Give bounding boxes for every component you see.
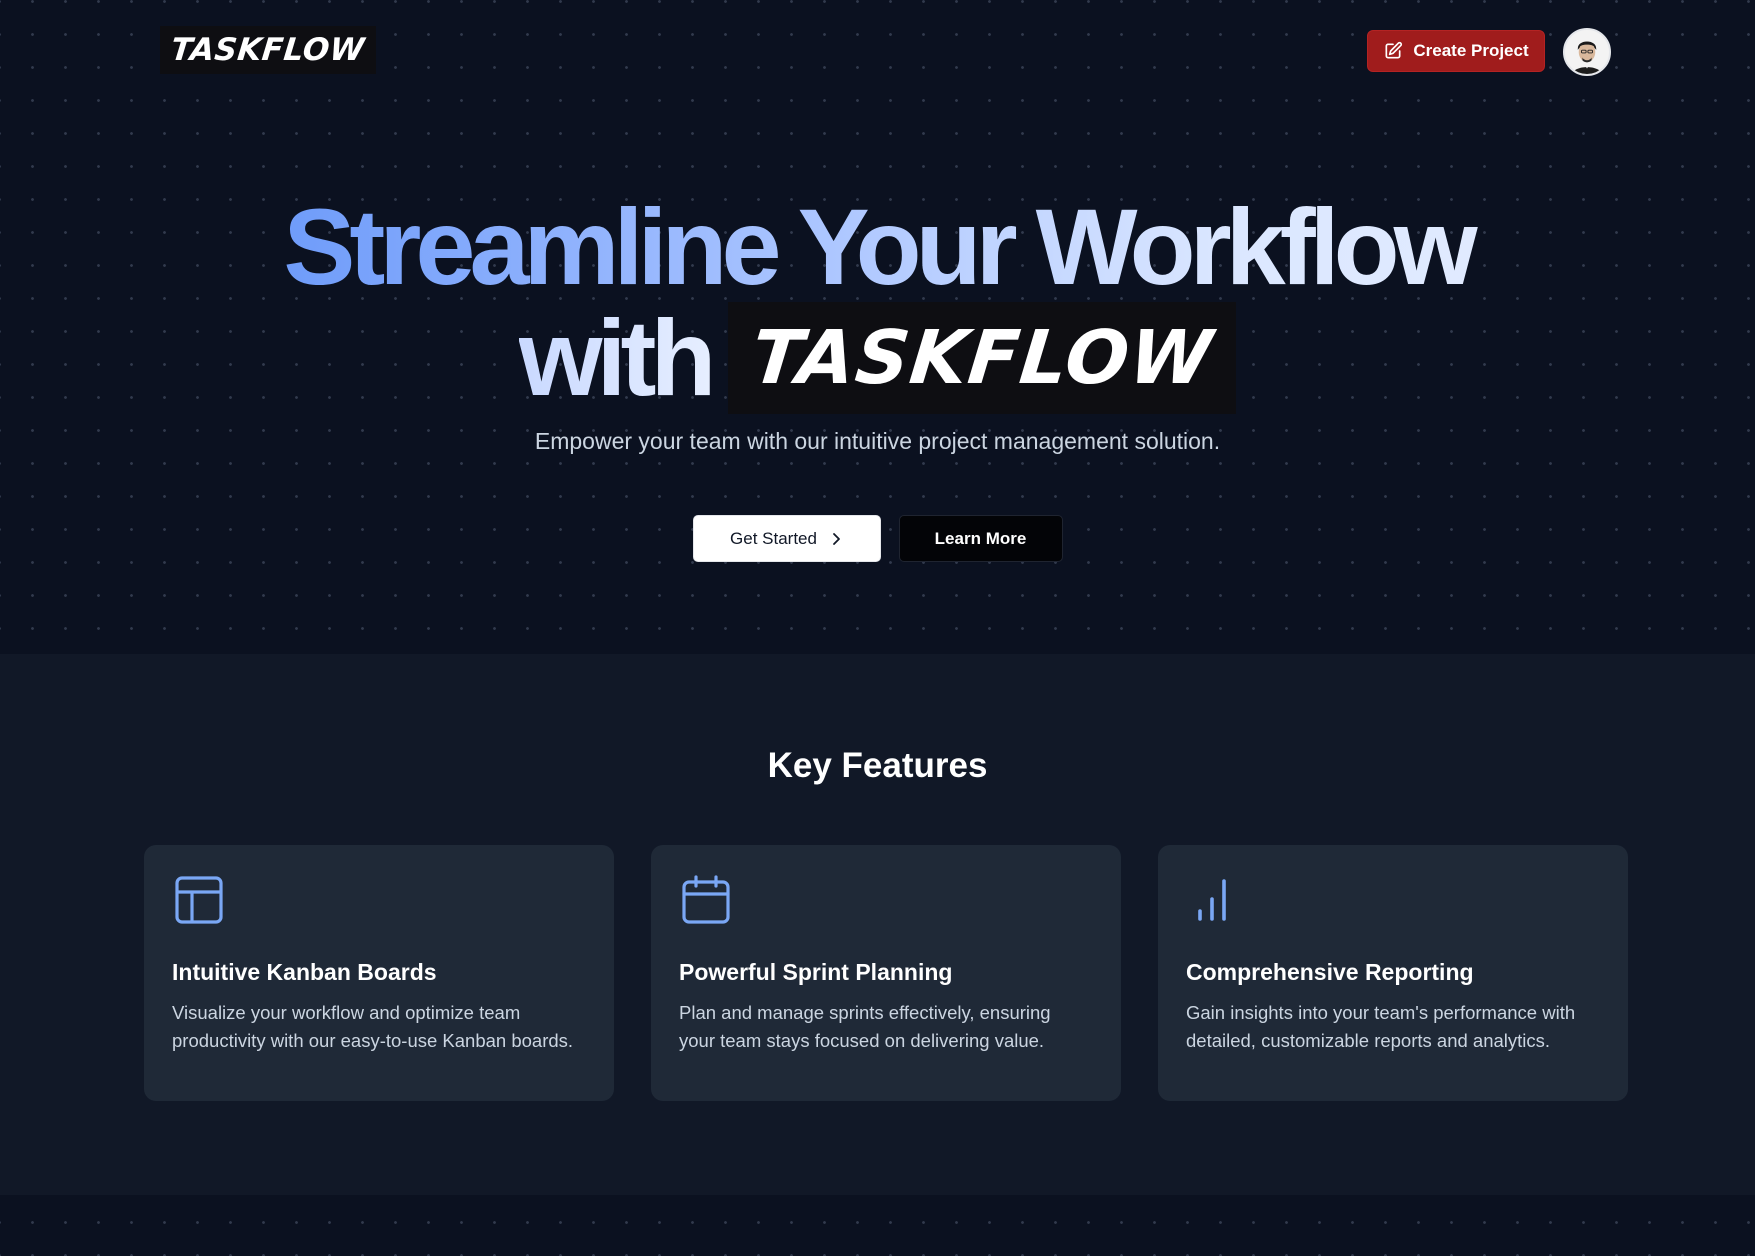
create-project-button[interactable]: Create Project xyxy=(1367,30,1545,72)
learn-more-label: Learn More xyxy=(934,528,1027,548)
brand-logo-text: TASKFLOW xyxy=(169,32,367,68)
features-title: Key Features xyxy=(767,746,988,785)
feature-card-title: Powerful Sprint Planning xyxy=(679,959,953,985)
feature-card-title: Intuitive Kanban Boards xyxy=(172,959,437,985)
feature-card-reporting: Comprehensive Reporting Gain insights in… xyxy=(1158,845,1628,1101)
create-project-label: Create Project xyxy=(1413,41,1529,60)
user-avatar[interactable] xyxy=(1563,28,1611,76)
hero-headline: Streamline Your Workflow xyxy=(0,192,1755,302)
learn-more-button[interactable]: Learn More xyxy=(898,515,1063,562)
hero-headline-with: with xyxy=(518,297,717,418)
get-started-label: Get Started xyxy=(730,528,817,548)
hero-brand-badge: TASKFLOW xyxy=(728,302,1237,414)
feature-card-description: Gain insights into your team's performan… xyxy=(1186,1002,1576,1051)
feature-card-sprint: Powerful Sprint Planning Plan and manage… xyxy=(651,845,1121,1101)
chevron-right-icon xyxy=(829,532,843,546)
hero-actions: Get Started Learn More xyxy=(0,515,1755,562)
calendar-icon xyxy=(681,875,731,925)
feature-card-description: Visualize your workflow and optimize tea… xyxy=(172,1002,574,1051)
hero-headline-line2: with TASKFLOW xyxy=(0,302,1755,414)
bar-chart-icon xyxy=(1188,875,1238,925)
feature-card-title: Comprehensive Reporting xyxy=(1186,959,1474,985)
hero-subtitle: Empower your team with our intuitive pro… xyxy=(534,428,1221,454)
hero-brand-text: TASKFLOW xyxy=(747,315,1218,401)
features-section: Key Features Intuitive Kanban Boards Vis… xyxy=(0,654,1755,1195)
brand-logo[interactable]: TASKFLOW xyxy=(160,26,376,74)
top-header: TASKFLOW Create Project xyxy=(0,0,1755,100)
feature-card-description: Plan and manage sprints effectively, ens… xyxy=(679,1002,1051,1051)
landing-page: TASKFLOW Create Project Streamline Your … xyxy=(0,0,1755,1256)
layout-icon xyxy=(174,875,224,925)
get-started-button[interactable]: Get Started xyxy=(692,515,881,562)
feature-card-kanban: Intuitive Kanban Boards Visualize your w… xyxy=(144,845,614,1101)
edit-icon xyxy=(1383,41,1403,61)
